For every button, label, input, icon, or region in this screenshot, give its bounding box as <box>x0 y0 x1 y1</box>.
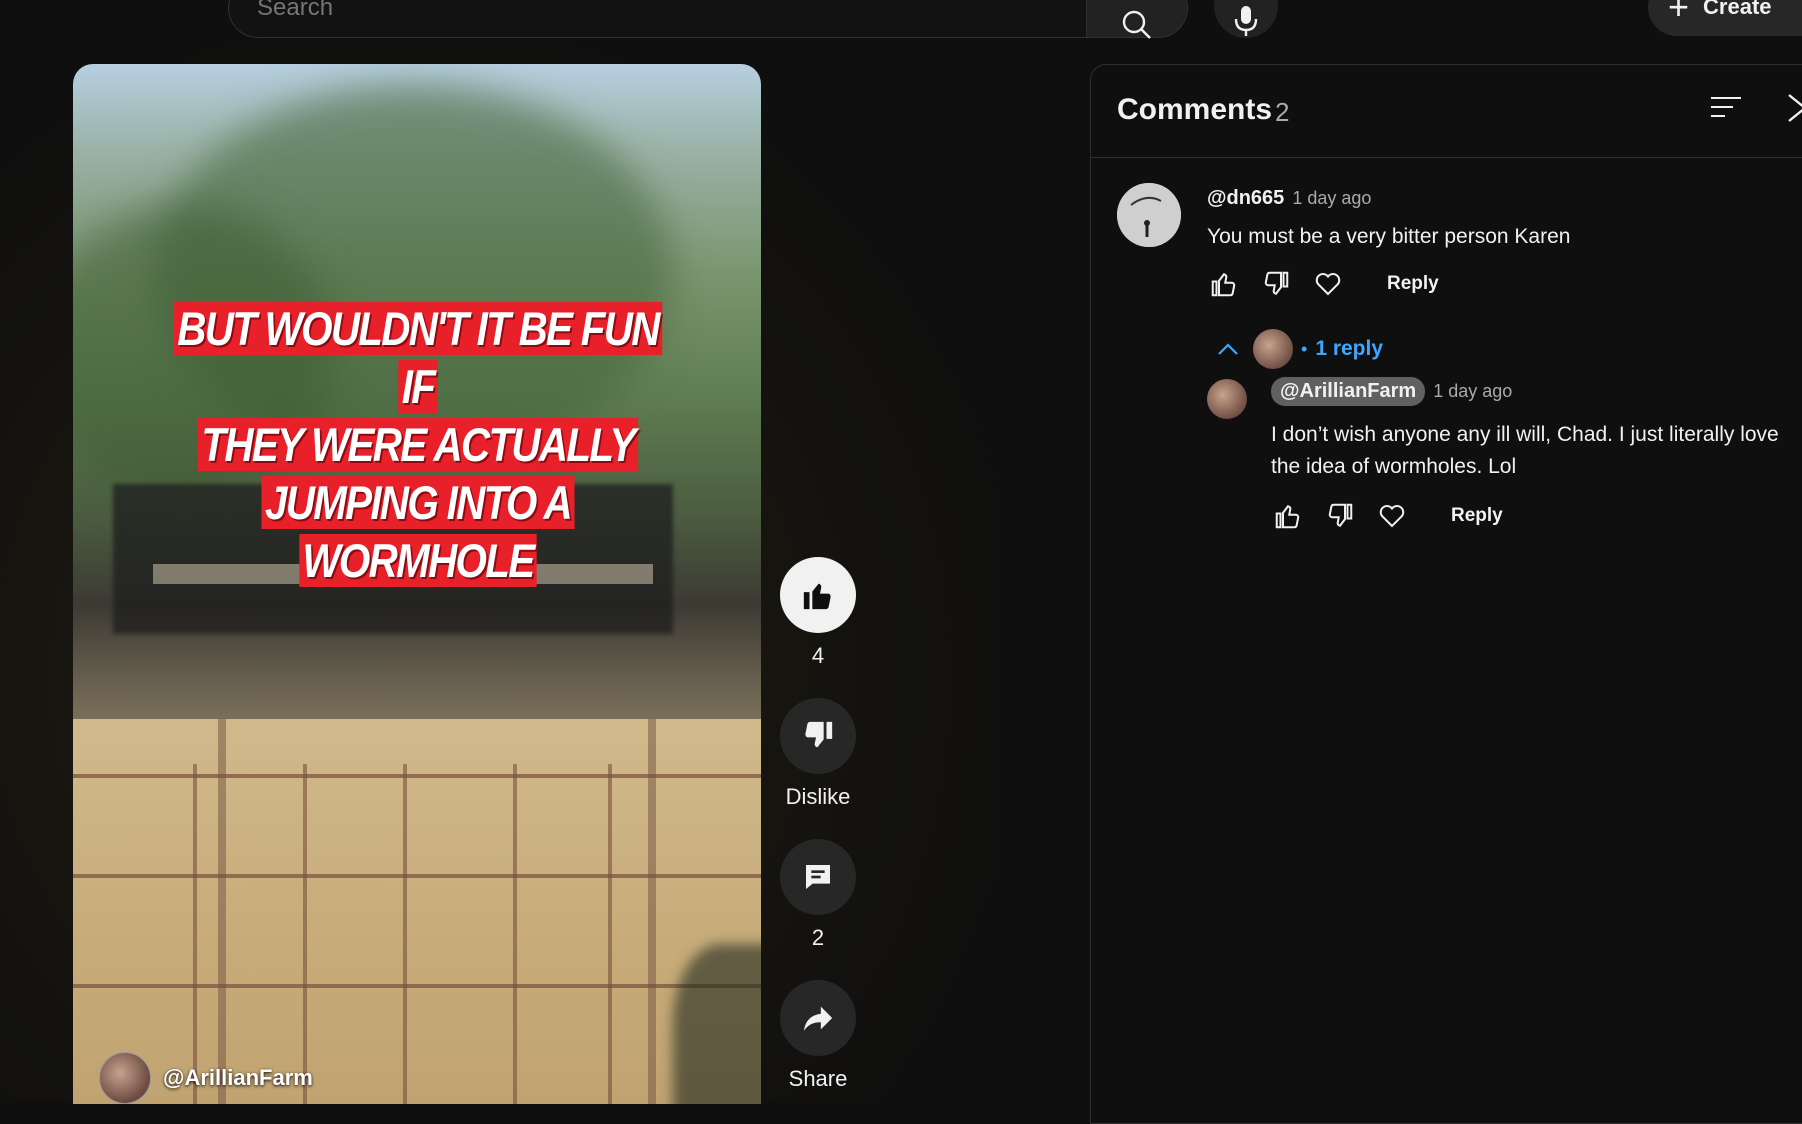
thumbs-up-outline-icon <box>1275 505 1300 529</box>
video-caption: BUT WOULDN'T IT BE FUN IF THEY WERE ACTU… <box>173 300 663 590</box>
reply-dislike-button[interactable] <box>1323 499 1357 533</box>
heart-outline-icon <box>1315 273 1341 296</box>
channel-avatar[interactable] <box>99 1052 151 1104</box>
comment-count: 2 <box>811 925 825 950</box>
video-frame-shadow <box>673 944 761 1104</box>
comment-thread: @dn665 1 day ago You must be a very bitt… <box>1117 183 1802 583</box>
reply-author-avatar[interactable] <box>1207 379 1247 419</box>
comment-time[interactable]: 1 day ago <box>1292 188 1371 209</box>
share-button[interactable] <box>780 980 856 1056</box>
comments-action: 2 <box>780 839 856 951</box>
video-frame-fence <box>403 764 407 1104</box>
microphone-icon <box>1234 6 1258 36</box>
comment-author[interactable]: @dn665 <box>1207 187 1284 210</box>
reply-text: I don’t wish anyone any ill will, Chad. … <box>1271 423 1779 478</box>
heart-outline-icon <box>1379 505 1405 528</box>
comment-text: You must be a very bitter person Karen <box>1207 225 1571 248</box>
channel-name[interactable]: @ArillianFarm <box>163 1065 313 1091</box>
create-button[interactable]: + Create <box>1648 0 1802 36</box>
video-frame-fence <box>73 874 761 878</box>
like-count: 4 <box>811 643 825 668</box>
comments-title: Comments <box>1117 93 1273 126</box>
reply-avatar-preview <box>1253 329 1293 369</box>
reply-toolbar: Reply <box>1271 499 1503 533</box>
thumbs-up-icon <box>803 583 831 610</box>
reply-heart-button[interactable] <box>1375 499 1409 533</box>
like-action: 4 <box>780 557 856 669</box>
comment-heart-button[interactable] <box>1311 267 1345 301</box>
comments-panel: Comments 2 @dn665 1 day ago You must be … <box>1090 64 1802 1124</box>
dislike-button[interactable] <box>780 698 856 774</box>
commenter-avatar[interactable] <box>1117 183 1181 247</box>
comments-header: Comments 2 <box>1091 65 1802 158</box>
video-frame-fence <box>73 984 761 988</box>
reply-meta: @ArillianFarm 1 day ago <box>1271 377 1512 406</box>
caption-line: THEY WERE ACTUALLY <box>197 418 638 471</box>
reply-button[interactable]: Reply <box>1387 273 1439 295</box>
comments-button[interactable] <box>780 839 856 915</box>
dislike-label: Dislike <box>785 784 851 809</box>
reply-time[interactable]: 1 day ago <box>1433 381 1512 402</box>
voice-search-button[interactable] <box>1214 0 1278 38</box>
search-button[interactable] <box>1086 0 1188 39</box>
comment-toolbar: Reply <box>1207 267 1439 301</box>
comment-meta: @dn665 1 day ago <box>1207 187 1371 210</box>
caption-line: JUMPING INTO A WORMHOLE <box>261 476 575 587</box>
share-label: Share <box>788 1066 848 1091</box>
video-frame-fence <box>608 764 612 1104</box>
share-icon <box>803 1006 833 1031</box>
thumbs-up-outline-icon <box>1211 273 1236 297</box>
video-player[interactable]: BUT WOULDN'T IT BE FUN IF THEY WERE ACTU… <box>73 64 761 1104</box>
reply-button[interactable]: Reply <box>1451 505 1503 527</box>
search-box[interactable] <box>228 0 1088 38</box>
comments-count: 2 <box>1275 97 1290 127</box>
video-frame-fence <box>73 774 761 778</box>
create-label: Create <box>1703 0 1772 19</box>
dislike-action: Dislike <box>780 698 856 810</box>
comment-like-button[interactable] <box>1207 267 1241 301</box>
reply-author[interactable]: @ArillianFarm <box>1271 377 1426 406</box>
separator-dot: • <box>1301 338 1308 359</box>
close-icon[interactable] <box>1787 93 1802 123</box>
avatar-figure-icon <box>1117 183 1181 247</box>
sort-icon[interactable] <box>1711 95 1741 119</box>
thumbs-down-outline-icon <box>1328 503 1353 527</box>
like-button[interactable] <box>780 557 856 633</box>
video-frame-fence <box>513 764 517 1104</box>
channel-info[interactable]: @ArillianFarm <box>99 1052 313 1104</box>
share-action: Share <box>780 980 856 1092</box>
comment-icon <box>806 865 830 889</box>
reply-like-button[interactable] <box>1271 499 1305 533</box>
search-icon <box>1122 10 1151 39</box>
replies-toggle[interactable]: • 1 reply <box>1217 329 1383 369</box>
plus-icon: + <box>1668 0 1690 27</box>
replies-count[interactable]: 1 reply <box>1315 337 1383 361</box>
thumbs-down-icon <box>805 721 833 748</box>
thumbs-down-outline-icon <box>1264 271 1289 295</box>
search-input[interactable] <box>255 0 959 23</box>
comment-dislike-button[interactable] <box>1259 267 1293 301</box>
chevron-up-icon <box>1218 343 1238 355</box>
caption-line: BUT WOULDN'T IT BE FUN IF <box>173 302 663 413</box>
